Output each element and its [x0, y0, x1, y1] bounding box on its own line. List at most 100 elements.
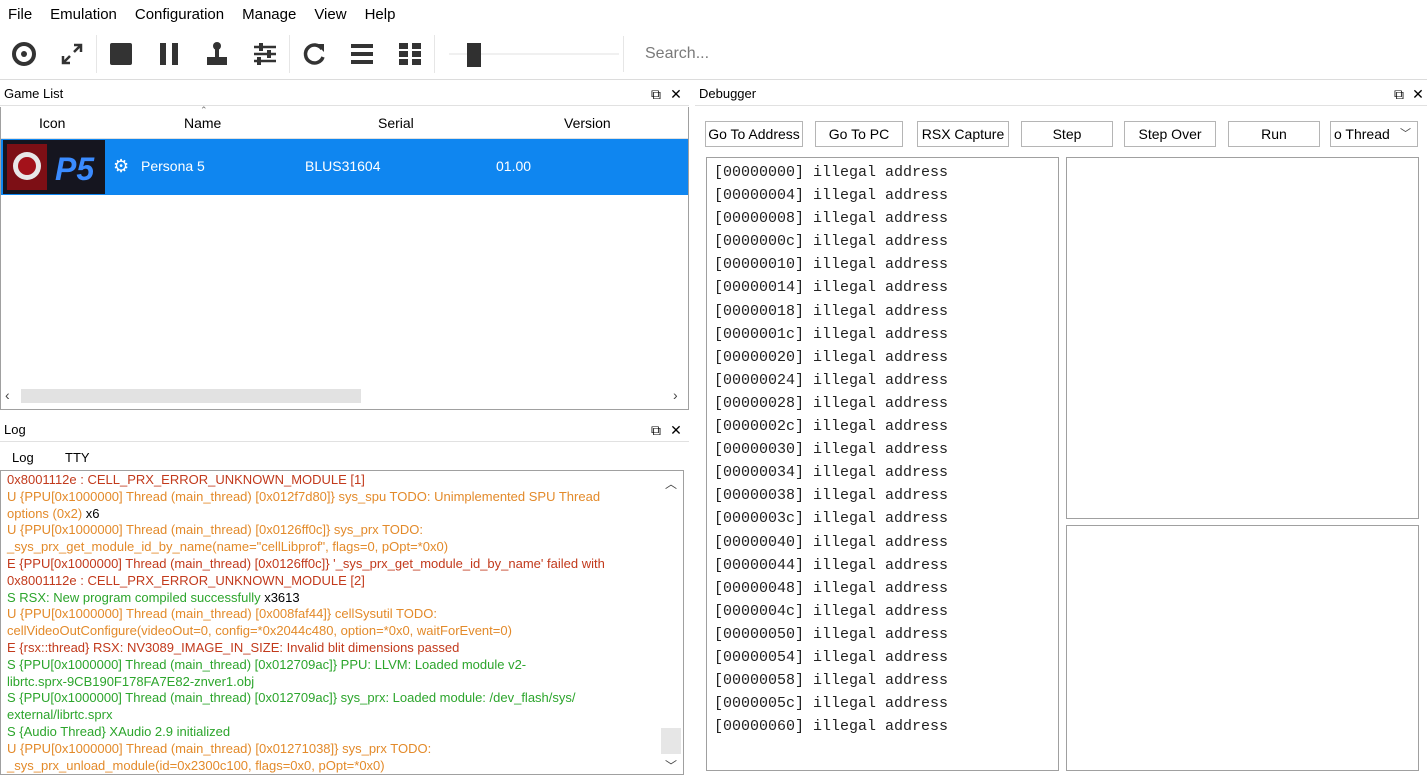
memory-line[interactable]: [00000040] illegal address — [714, 531, 948, 554]
table-header: Icon ⌃ Name Serial Version — [1, 105, 688, 139]
menu-help[interactable]: Help — [357, 0, 406, 30]
memory-line[interactable]: [00000008] illegal address — [714, 207, 948, 230]
memory-line[interactable]: [00000050] illegal address — [714, 623, 948, 646]
gamelist-titlebar: Game List ⧉ ✕ — [0, 82, 689, 106]
log-line-text: E {PPU[0x1000000] Thread (main_thread) [… — [7, 555, 605, 571]
register-view[interactable] — [1066, 157, 1419, 519]
memory-line[interactable]: [00000030] illegal address — [714, 438, 948, 461]
menu-view[interactable]: View — [306, 0, 356, 30]
memory-line[interactable]: [0000002c] illegal address — [714, 415, 948, 438]
memory-line[interactable]: [00000044] illegal address — [714, 554, 948, 577]
column-header-icon[interactable]: Icon — [39, 115, 65, 131]
scrollbar-thumb[interactable] — [21, 389, 361, 403]
table-row[interactable]: P5 ⚙ Persona 5 BLUS31604 01.00 — [1, 139, 688, 195]
thread-select[interactable]: o Thread ﹀ — [1330, 121, 1418, 147]
refresh-button[interactable] — [290, 31, 338, 77]
float-icon[interactable]: ⧉ — [1391, 82, 1407, 106]
menu-file[interactable]: File — [0, 0, 42, 30]
memory-line[interactable]: [00000058] illegal address — [714, 669, 948, 692]
memory-line[interactable]: [00000034] illegal address — [714, 461, 948, 484]
memory-line[interactable]: [00000048] illegal address — [714, 577, 948, 600]
grid-view-button[interactable] — [386, 31, 434, 77]
memory-line[interactable]: [00000054] illegal address — [714, 646, 948, 669]
pause-icon — [160, 43, 178, 65]
gamelist-title: Game List — [4, 86, 64, 101]
scroll-up-icon[interactable]: ︿ — [665, 475, 677, 492]
memory-line[interactable]: [0000000c] illegal address — [714, 230, 948, 253]
log-line-text: U {PPU[0x1000000] Thread (main_thread) [… — [7, 606, 437, 622]
fullscreen-button[interactable] — [48, 31, 96, 77]
breakpoint-view[interactable] — [1066, 525, 1419, 771]
scroll-right-icon[interactable]: › — [673, 387, 678, 403]
menu-manage[interactable]: Manage — [234, 0, 306, 30]
close-icon[interactable]: ✕ — [668, 82, 684, 106]
memory-line[interactable]: [0000004c] illegal address — [714, 600, 948, 623]
log-line: S {PPU[0x1000000] Thread (main_thread) [… — [7, 657, 657, 674]
icon-size-slider[interactable] — [449, 31, 619, 77]
memory-line[interactable]: [00000024] illegal address — [714, 369, 948, 392]
close-icon[interactable]: ✕ — [668, 418, 684, 442]
go-to-address-button[interactable]: Go To Address — [705, 121, 803, 147]
vertical-scrollbar[interactable]: ︿ ﹀ — [661, 471, 683, 774]
float-icon[interactable]: ⧉ — [648, 82, 664, 106]
svg-text:P5: P5 — [55, 151, 95, 187]
memory-line[interactable]: [0000003c] illegal address — [714, 507, 948, 530]
config-button[interactable] — [241, 31, 289, 77]
list-view-icon — [351, 44, 373, 64]
log-line-text: external/librtc.sprx — [7, 707, 113, 723]
log-tab-bar: Log TTY — [0, 446, 689, 470]
menu-configuration[interactable]: Configuration — [127, 0, 234, 30]
stop-button[interactable] — [97, 31, 145, 77]
memory-line[interactable]: [00000010] illegal address — [714, 253, 948, 276]
pads-button[interactable] — [193, 31, 241, 77]
memory-line[interactable]: [00000020] illegal address — [714, 346, 948, 369]
pause-button[interactable] — [145, 31, 193, 77]
column-header-serial[interactable]: Serial — [378, 115, 414, 131]
log-repeat-count: x6 — [82, 505, 100, 521]
slider-thumb[interactable] — [467, 43, 481, 67]
log-output[interactable]: 0x8001112e : CELL_PRX_ERROR_UNKNOWN_MODU… — [0, 470, 684, 775]
memory-line[interactable]: [0000001c] illegal address — [714, 323, 948, 346]
log-line: U {PPU[0x1000000] Thread (main_thread) [… — [7, 522, 657, 539]
horizontal-scrollbar[interactable]: ‹ › — [1, 384, 688, 408]
thread-select-value: o Thread — [1334, 126, 1390, 142]
scroll-down-icon[interactable]: ﹀ — [665, 757, 677, 774]
log-line-text: 0x8001112e : CELL_PRX_ERROR_UNKNOWN_MODU… — [7, 472, 365, 487]
tab-tty[interactable]: TTY — [65, 450, 90, 465]
column-header-version[interactable]: Version — [564, 115, 611, 131]
log-line: S RSX: New program compiled successfully… — [7, 590, 657, 607]
memory-line[interactable]: [0000005c] illegal address — [714, 692, 948, 715]
memory-line[interactable]: [00000038] illegal address — [714, 484, 948, 507]
memory-line[interactable]: [00000004] illegal address — [714, 184, 948, 207]
memory-line[interactable]: [00000014] illegal address — [714, 276, 948, 299]
memory-line[interactable]: [00000060] illegal address — [714, 715, 948, 738]
disassembly-view[interactable]: [00000000] illegal address [00000004] ill… — [706, 157, 1059, 771]
step-button[interactable]: Step — [1021, 121, 1113, 147]
memory-line[interactable]: [00000000] illegal address — [714, 161, 948, 184]
run-button[interactable]: Run — [1228, 121, 1320, 147]
scrollbar-thumb[interactable] — [661, 728, 681, 754]
memory-line[interactable]: [00000018] illegal address — [714, 300, 948, 323]
go-to-pc-button[interactable]: Go To PC — [815, 121, 903, 147]
rsx-capture-button[interactable]: RSX Capture — [917, 121, 1009, 147]
game-list-table: Icon ⌃ Name Serial Version P5 ⚙ Persona … — [0, 105, 689, 410]
stop-icon — [110, 43, 132, 65]
column-header-name[interactable]: Name — [184, 115, 221, 131]
tab-log[interactable]: Log — [12, 450, 34, 465]
log-line-text: E {rsx::thread} RSX: NV3089_IMAGE_IN_SIZ… — [7, 639, 460, 655]
log-line: S {PPU[0x1000000] Thread (main_thread) [… — [7, 690, 657, 707]
float-icon[interactable]: ⧉ — [648, 418, 664, 442]
step-over-button[interactable]: Step Over — [1124, 121, 1216, 147]
memory-line[interactable]: [00000028] illegal address — [714, 392, 948, 415]
menu-emulation[interactable]: Emulation — [42, 0, 127, 30]
log-line-text: options (0x2) — [7, 505, 83, 521]
refresh-icon — [303, 43, 325, 65]
scroll-left-icon[interactable]: ‹ — [5, 387, 10, 403]
log-titlebar: Log ⧉ ✕ — [0, 418, 689, 442]
game-cover-image: P5 — [3, 140, 105, 194]
boot-button[interactable] — [0, 31, 48, 77]
log-line: U {PPU[0x1000000] Thread (main_thread) [… — [7, 741, 657, 758]
close-icon[interactable]: ✕ — [1410, 82, 1426, 106]
list-view-button[interactable] — [338, 31, 386, 77]
search-input[interactable]: Search... — [634, 38, 934, 70]
